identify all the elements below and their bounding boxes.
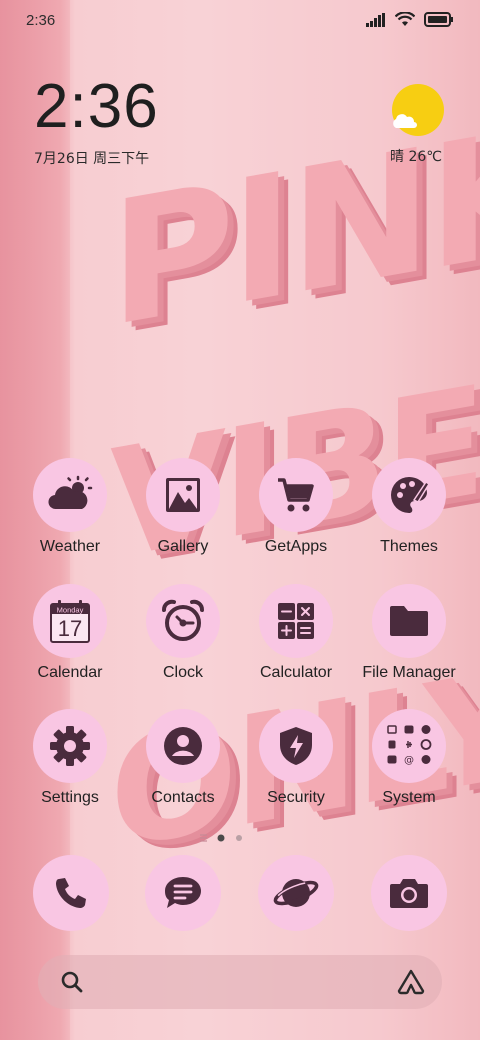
widget-time: 2:36: [34, 72, 159, 141]
shield-icon: [280, 727, 312, 765]
dock-messages[interactable]: [145, 855, 221, 931]
app-label: Weather: [39, 538, 101, 555]
widget-date: 7月26日 周三下午: [34, 151, 150, 167]
app-calculator[interactable]: Calculator: [240, 584, 352, 682]
app-system-folder[interactable]: @ System: [353, 709, 465, 807]
dock-phone[interactable]: [33, 855, 109, 931]
assistant-icon[interactable]: [396, 969, 426, 995]
search-bar[interactable]: [38, 955, 442, 1009]
page-dot: [236, 835, 242, 841]
gear-icon: [50, 726, 90, 766]
app-label: Calendar: [37, 664, 103, 681]
app-weather[interactable]: Weather: [14, 458, 126, 556]
page-list-indicator-icon: [200, 834, 207, 842]
app-label: Clock: [162, 664, 203, 681]
app-contacts[interactable]: Contacts: [127, 709, 239, 807]
signal-icon: [366, 12, 385, 27]
app-icon-bg: [259, 709, 333, 783]
app-label: Calculator: [259, 664, 333, 681]
status-icons: [366, 12, 454, 27]
app-label: Contacts: [151, 789, 215, 806]
dock-camera[interactable]: [371, 855, 447, 931]
app-label: Themes: [380, 538, 438, 555]
contact-icon: [164, 727, 202, 765]
app-icon-bg: Monday 17: [33, 584, 107, 658]
status-bar: 2:36: [0, 0, 480, 40]
page-dot-active: [217, 834, 225, 842]
app-icon-bg: [33, 709, 107, 783]
app-icon-bg: [372, 458, 446, 532]
app-icon-bg: [259, 584, 333, 658]
app-settings[interactable]: Settings: [14, 709, 126, 807]
status-time: 2:36: [26, 12, 56, 29]
app-label: Settings: [41, 789, 99, 806]
app-icon-bg: [146, 584, 220, 658]
app-icon-bg: [33, 458, 107, 532]
app-icon-bg: @: [372, 709, 446, 783]
app-clock[interactable]: Clock: [127, 584, 239, 682]
app-getapps[interactable]: GetApps: [240, 458, 352, 556]
app-security[interactable]: Security: [240, 709, 352, 807]
folder-icon: [390, 606, 428, 636]
partly-sunny-icon: [392, 84, 444, 136]
palette-icon: [391, 477, 430, 513]
svg-text:@: @: [404, 755, 414, 766]
app-icon-bg: [372, 584, 446, 658]
app-label: GetApps: [264, 538, 328, 555]
dock-browser[interactable]: [258, 855, 334, 931]
app-label: Gallery: [157, 538, 209, 555]
cart-icon: [278, 478, 314, 512]
app-themes[interactable]: Themes: [353, 458, 465, 556]
message-icon: [165, 877, 201, 908]
app-icon-bg: [146, 458, 220, 532]
wifi-icon: [395, 12, 415, 26]
page-indicator: [200, 829, 250, 842]
search-icon: [61, 971, 83, 993]
app-icon-bg: [259, 458, 333, 532]
weather-text: 晴 26℃: [390, 149, 442, 165]
battery-icon: [424, 12, 453, 27]
alarm-clock-icon: [162, 599, 204, 641]
app-icon-bg: [146, 709, 220, 783]
app-calendar[interactable]: Monday 17 Calendar: [14, 584, 126, 682]
app-gallery[interactable]: Gallery: [127, 458, 239, 556]
app-label: File Manager: [362, 664, 456, 681]
app-label: System: [382, 789, 436, 806]
gallery-icon: [166, 478, 200, 512]
browser-planet-icon: [273, 879, 319, 907]
app-file-manager[interactable]: File Manager: [353, 584, 465, 682]
camera-icon: [390, 879, 428, 908]
system-folder-icon: @: [387, 725, 432, 766]
calculator-icon: [278, 603, 314, 639]
phone-icon: [56, 878, 86, 908]
calendar-day-label: Monday: [57, 606, 84, 615]
calendar-day-number: 17: [58, 616, 82, 641]
calendar-icon: Monday 17: [50, 600, 90, 643]
weather-widget[interactable]: 晴 26℃: [388, 84, 444, 166]
clock-widget[interactable]: 2:36 7月26日 周三下午: [34, 76, 159, 168]
weather-icon: [48, 475, 93, 510]
app-label: Security: [267, 789, 325, 806]
